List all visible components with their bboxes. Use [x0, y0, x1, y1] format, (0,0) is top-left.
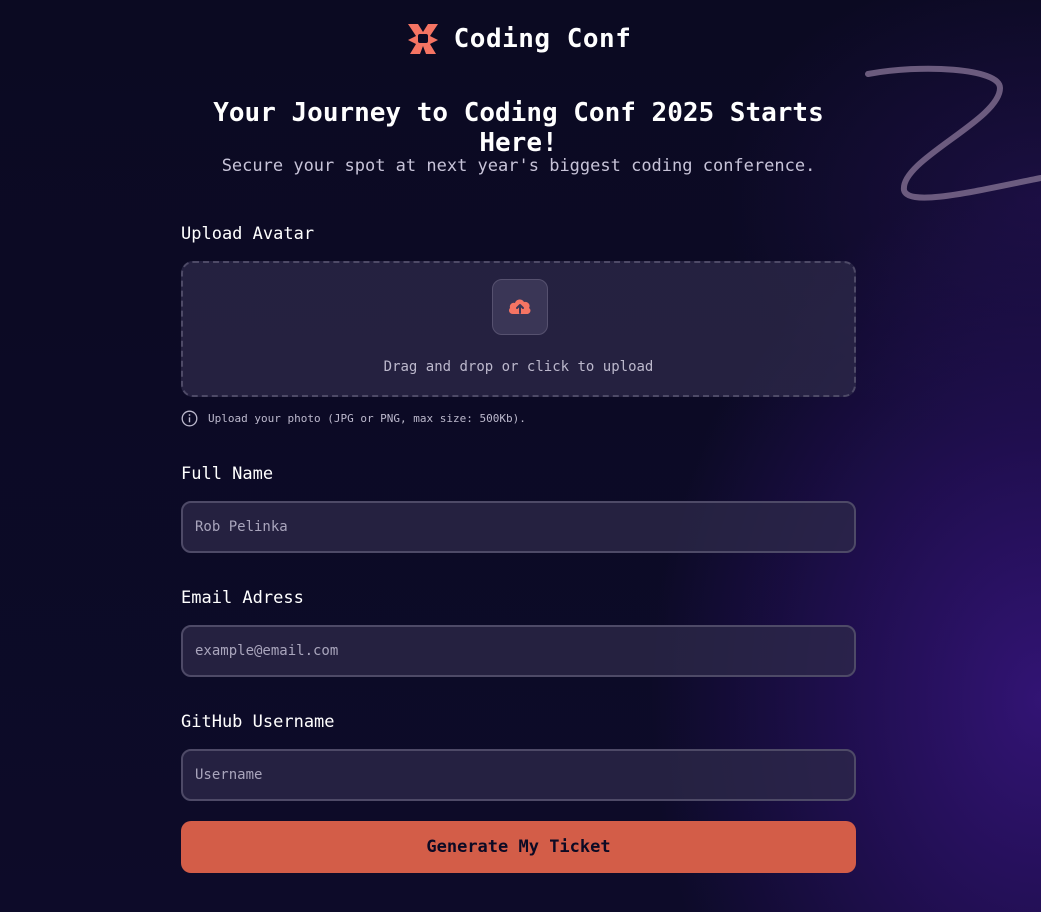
dropzone-text: Drag and drop or click to upload [383, 359, 654, 375]
generate-ticket-button[interactable]: Generate My Ticket [181, 821, 856, 873]
upload-hint-text: Upload your photo (JPG or PNG, max size:… [208, 412, 526, 425]
full-name-label: Full Name [181, 464, 274, 484]
brand-name: Coding Conf [453, 24, 632, 54]
full-name-input[interactable] [181, 501, 856, 553]
upload-button[interactable] [492, 279, 548, 335]
email-label: Email Adress [181, 588, 304, 608]
avatar-dropzone[interactable]: Drag and drop or click to upload [181, 261, 856, 397]
github-username-input[interactable] [181, 749, 856, 801]
info-circle-icon [181, 410, 198, 427]
brand-header: Coding Conf [181, 22, 856, 56]
upload-avatar-label: Upload Avatar [181, 224, 315, 244]
page-subtitle: Secure your spot at next year's biggest … [221, 156, 816, 176]
coding-conf-logo-icon [407, 24, 438, 54]
page-title: Your Journey to Coding Conf 2025 Starts … [213, 98, 824, 158]
decorative-squiggle [865, 65, 1041, 201]
github-username-label: GitHub Username [181, 712, 335, 732]
cloud-upload-icon [509, 299, 531, 314]
upload-hint: Upload your photo (JPG or PNG, max size:… [181, 410, 526, 427]
email-input[interactable] [181, 625, 856, 677]
